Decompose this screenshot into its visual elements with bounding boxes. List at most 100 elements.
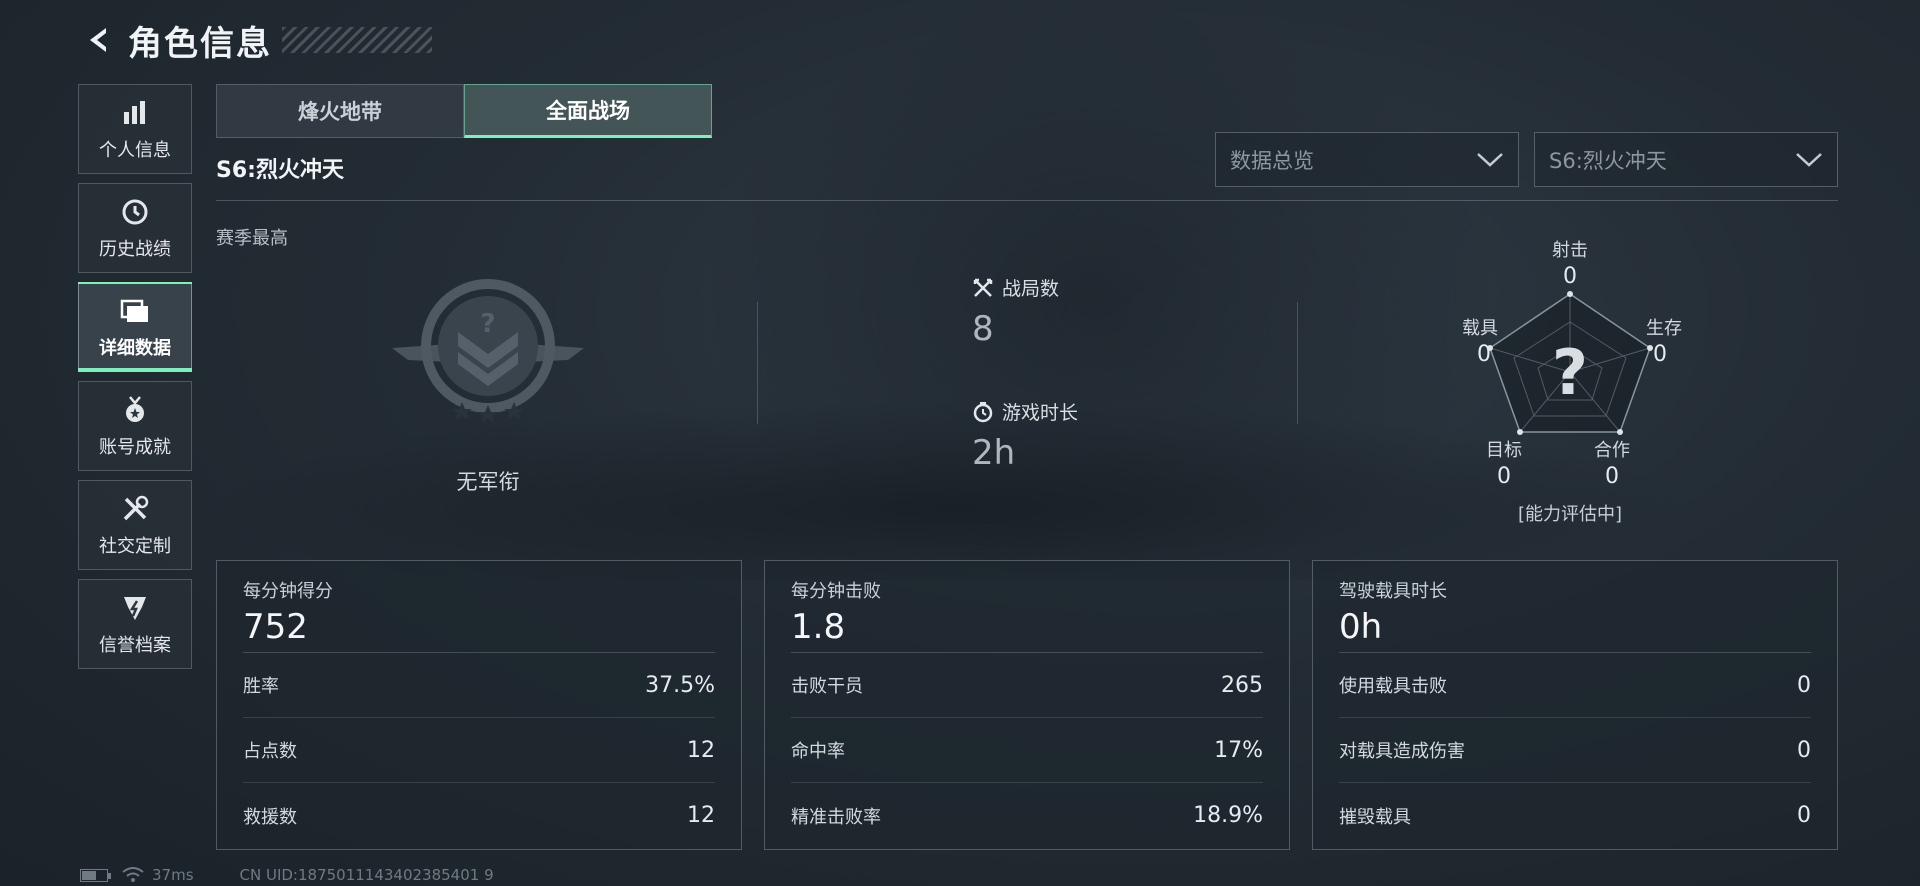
row-value: 265 (1221, 672, 1263, 698)
row-label: 占点数 (243, 741, 297, 762)
row-label: 精准击败率 (791, 806, 881, 828)
bar-chart-icon (118, 96, 152, 130)
tab-full-battlefield[interactable]: 全面战场 (464, 84, 712, 138)
sidebar-item-reputation[interactable]: 信誉档案 (78, 579, 192, 669)
medal-icon (118, 393, 152, 427)
card-row: 救援数 12 (243, 783, 715, 848)
edge-arc-decoration (0, 40, 30, 340)
sidebar-item-label: 账号成就 (99, 437, 171, 458)
row-value: 18.9% (1193, 803, 1263, 828)
badge-icon (118, 591, 152, 625)
battery-icon (80, 868, 111, 882)
page-header: 角色信息 (80, 18, 432, 64)
sidebar-item-label: 社交定制 (99, 536, 171, 557)
card-head-value: 1.8 (791, 607, 846, 647)
page-title: 角色信息 (128, 23, 272, 64)
row-value: 17% (1214, 737, 1263, 763)
card-head-label: 驾驶载具时长 (1339, 581, 1447, 602)
crossed-swords-icon (973, 278, 993, 297)
sidebar-item-label: 个人信息 (99, 140, 171, 161)
row-label: 击败干员 (791, 676, 863, 697)
radar-label-shoot: 射击 (1552, 240, 1588, 261)
header-divider (216, 200, 1838, 201)
row-value: 0 (1797, 737, 1811, 763)
row-value: 37.5% (645, 672, 715, 698)
sidebar-item-achievements[interactable]: 账号成就 (78, 381, 192, 471)
vehicle-card: 驾驶载具时长 0h 使用载具击败 0 对载具造成伤害 0 摧毁载具 0 (1312, 560, 1838, 850)
season-best-label: 赛季最高 (216, 228, 288, 249)
radar-label-coop: 合作 (1594, 440, 1630, 461)
radar-label-survive: 生存 (1646, 318, 1682, 339)
row-value: 12 (687, 737, 715, 763)
uid-text: CN UID:1875011143402385401 9 (239, 866, 494, 884)
card-row: 胜率 37.5% (243, 653, 715, 718)
row-label: 使用载具击败 (1339, 676, 1447, 697)
row-value: 0 (1797, 803, 1811, 828)
wifi-icon (122, 867, 144, 882)
tools-icon (118, 492, 152, 526)
row-label: 胜率 (243, 676, 279, 697)
back-button[interactable] (80, 22, 116, 58)
season-dropdown[interactable]: S6:烈火冲天 (1534, 132, 1838, 187)
card-row: 命中率 17% (791, 718, 1263, 783)
playtime-value: 2h (972, 433, 1016, 473)
vertical-divider (1297, 302, 1298, 424)
view-dropdown-value: 数据总览 (1230, 148, 1314, 173)
status-footer: 37ms CN UID:1875011143402385401 9 (80, 866, 494, 884)
radar-value-survive: 0 (1653, 342, 1667, 367)
chevron-down-icon (1477, 152, 1503, 167)
back-arrow-icon (90, 28, 106, 52)
kills-card: 每分钟击败 1.8 击败干员 265 命中率 17% 精准击败率 18.9% (764, 560, 1290, 850)
playtime-stat: 游戏时长 2h (972, 398, 1078, 473)
row-value: 0 (1797, 672, 1811, 698)
sidebar-item-label: 历史战绩 (99, 239, 171, 260)
background-haze (700, 0, 1500, 600)
season-label: S6:烈火冲天 (216, 158, 344, 183)
tab-warzone[interactable]: 烽火地带 (216, 84, 464, 138)
row-label: 救援数 (243, 806, 297, 828)
playtime-label: 游戏时长 (1002, 402, 1079, 424)
card-row: 击败干员 265 (791, 653, 1263, 718)
card-row: 使用载具击败 0 (1339, 653, 1811, 718)
row-value: 12 (687, 803, 715, 828)
sidebar-item-label: 详细数据 (99, 338, 171, 359)
radar-value-coop: 0 (1605, 464, 1619, 489)
radar-value-shoot: 0 (1563, 264, 1577, 289)
card-row: 对载具造成伤害 0 (1339, 718, 1811, 783)
card-head-value: 0h (1339, 607, 1383, 647)
chevron-down-icon (1796, 152, 1822, 167)
card-head-label: 每分钟得分 (243, 581, 333, 602)
svg-text:?: ? (480, 309, 495, 339)
ping-value: 37ms (152, 866, 194, 884)
sidebar-item-personal-info[interactable]: 个人信息 (78, 84, 192, 174)
season-dropdown-value: S6:烈火冲天 (1549, 148, 1667, 173)
card-row: 摧毁载具 0 (1339, 783, 1811, 848)
stopwatch-icon (973, 401, 993, 422)
view-dropdown[interactable]: 数据总览 (1215, 132, 1519, 187)
row-label: 对载具造成伤害 (1339, 741, 1465, 762)
title-stripes-decoration (282, 27, 432, 53)
matches-value: 8 (972, 309, 994, 349)
sidebar-item-detailed-data[interactable]: 详细数据 (78, 282, 192, 372)
matches-stat: 战局数 8 (972, 274, 1059, 349)
sidebar: 个人信息 历史战绩 详细数据 账号成就 社交定制 信誉档案 (78, 84, 192, 678)
row-label: 摧毁载具 (1339, 806, 1411, 828)
card-row: 精准击败率 18.9% (791, 783, 1263, 848)
radar-value-vehicle: 0 (1477, 342, 1491, 367)
rank-emblem: ? (388, 276, 588, 426)
radar-label-vehicle: 载具 (1462, 318, 1498, 339)
card-head-label: 每分钟击败 (791, 581, 881, 602)
vertical-divider (757, 302, 758, 424)
row-label: 命中率 (791, 741, 845, 762)
sidebar-item-history[interactable]: 历史战绩 (78, 183, 192, 273)
radar-label-target: 目标 (1486, 440, 1522, 461)
radar-unknown-mark: ? (1552, 336, 1588, 409)
sidebar-item-social-custom[interactable]: 社交定制 (78, 480, 192, 570)
score-card: 每分钟得分 752 胜率 37.5% 占点数 12 救援数 12 (216, 560, 742, 850)
radar-value-target: 0 (1497, 464, 1511, 489)
ability-radar: ? 射击 0 生存 0 载具 0 目标 0 合作 0 (1450, 232, 1690, 532)
sidebar-item-label: 信誉档案 (99, 635, 171, 656)
history-clock-icon (118, 195, 152, 229)
card-row: 占点数 12 (243, 718, 715, 783)
mode-tabs: 烽火地带 全面战场 (216, 84, 712, 138)
